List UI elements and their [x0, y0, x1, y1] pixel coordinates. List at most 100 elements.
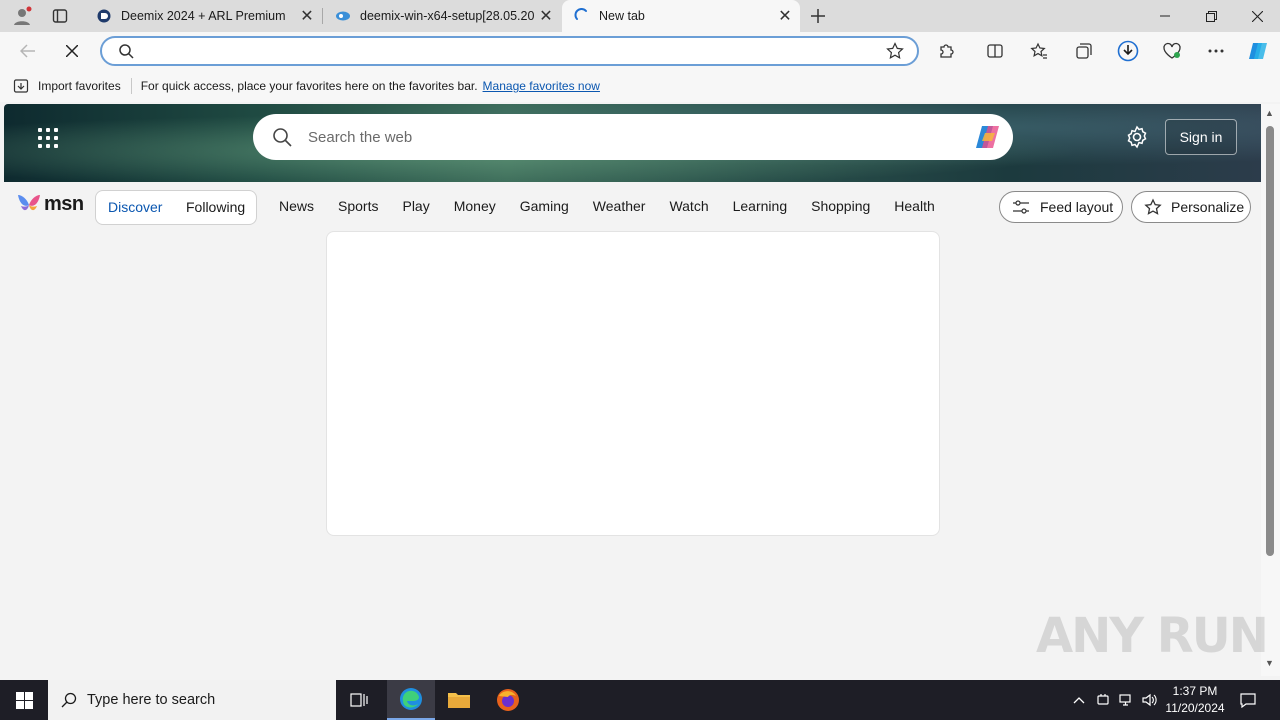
volume-button[interactable] — [1139, 680, 1161, 720]
clock-date: 11/20/2024 — [1165, 701, 1225, 715]
plus-icon — [811, 9, 825, 23]
more-icon — [1208, 49, 1224, 53]
import-favorites-button[interactable]: Import favorites — [13, 78, 121, 94]
deemix-favicon — [96, 8, 112, 24]
tab-title: Deemix 2024 + ARL Premium — [121, 9, 286, 23]
notifications-button[interactable] — [1232, 680, 1264, 720]
tray-device-icon[interactable] — [1093, 680, 1113, 720]
favorite-star-icon[interactable] — [886, 42, 904, 60]
split-screen-icon — [987, 44, 1003, 58]
favorites-button[interactable] — [1023, 35, 1055, 67]
restore-icon — [1205, 10, 1217, 22]
extensions-button[interactable] — [931, 35, 963, 67]
show-hidden-icons-button[interactable] — [1068, 680, 1090, 720]
nav-item-gaming[interactable]: Gaming — [520, 198, 569, 214]
scrollbar-thumb[interactable] — [1266, 126, 1274, 556]
file-explorer-button[interactable] — [435, 680, 483, 720]
close-tab-icon[interactable]: ✕ — [535, 5, 557, 27]
apps-launcher-icon[interactable] — [38, 128, 58, 148]
nav-item-news[interactable]: News — [279, 198, 314, 214]
tab-actions-icon — [52, 9, 68, 23]
favorites-message: For quick access, place your favorites h… — [140, 79, 478, 93]
back-button[interactable] — [12, 35, 44, 67]
web-search-input[interactable] — [308, 128, 908, 146]
taskbar-search-box[interactable] — [48, 680, 336, 720]
copilot-icon[interactable] — [973, 123, 1003, 151]
manage-favorites-link[interactable]: Manage favorites now — [483, 79, 600, 93]
edge-taskbar-button[interactable] — [387, 680, 435, 720]
new-tab-button[interactable] — [802, 0, 834, 32]
address-bar[interactable] — [100, 36, 919, 66]
tab-new-tab[interactable]: New tab ✕ — [562, 0, 800, 32]
settings-gear-icon[interactable] — [1125, 125, 1149, 149]
back-arrow-icon — [20, 44, 35, 58]
copilot-button[interactable] — [1242, 35, 1274, 67]
nav-item-sports[interactable]: Sports — [338, 198, 378, 214]
profile-icon — [14, 6, 32, 25]
msn-butterfly-icon — [18, 195, 40, 211]
favorites-icon — [1030, 42, 1047, 59]
personalize-button[interactable]: Personalize — [1131, 191, 1251, 223]
usb-device-icon — [1097, 694, 1109, 705]
speaker-icon — [1142, 693, 1157, 707]
nav-item-play[interactable]: Play — [402, 198, 429, 214]
stop-loading-button[interactable] — [56, 35, 88, 67]
sign-in-button[interactable]: Sign in — [1165, 119, 1237, 155]
tab-strip: Deemix 2024 + ARL Premium ✕ deemix-win-x… — [0, 0, 1280, 32]
clock-time: 1:37 PM — [1172, 684, 1218, 698]
restore-button[interactable] — [1188, 0, 1234, 32]
nav-item-watch[interactable]: Watch — [669, 198, 708, 214]
sliders-icon — [1013, 200, 1029, 214]
close-tab-icon[interactable]: ✕ — [296, 5, 318, 27]
task-view-button[interactable] — [336, 680, 384, 720]
tab-deemix-setup[interactable]: deemix-win-x64-setup[28.05.202 ✕ — [323, 0, 561, 32]
tab-actions-button[interactable] — [44, 0, 76, 32]
favorites-bar: Import favorites For quick access, place… — [0, 70, 1280, 102]
collections-button[interactable] — [1068, 35, 1100, 67]
address-input[interactable] — [142, 42, 862, 60]
feed-layout-button[interactable]: Feed layout — [999, 191, 1123, 223]
close-icon — [66, 45, 78, 57]
firefox-button[interactable] — [484, 680, 532, 720]
loading-spinner-icon — [574, 8, 590, 24]
edge-icon — [400, 688, 422, 710]
nav-item-money[interactable]: Money — [454, 198, 496, 214]
heartbeat-icon — [1163, 42, 1181, 59]
download-icon — [1117, 40, 1139, 62]
tab-following[interactable]: Following — [186, 199, 245, 215]
import-icon — [13, 79, 29, 93]
split-screen-button[interactable] — [979, 35, 1011, 67]
close-window-button[interactable] — [1234, 0, 1280, 32]
import-favorites-label: Import favorites — [38, 79, 121, 93]
personalize-label: Personalize — [1171, 199, 1245, 215]
close-tab-icon[interactable]: ✕ — [774, 5, 796, 27]
vertical-scrollbar[interactable]: ▲ ▼ — [1261, 104, 1280, 676]
scroll-up-icon[interactable]: ▲ — [1265, 108, 1274, 118]
cloud-favicon — [335, 8, 351, 24]
network-button[interactable] — [1116, 680, 1138, 720]
taskbar-clock[interactable]: 1:37 PM 11/20/2024 — [1160, 683, 1230, 717]
sparkle-star-icon — [1144, 198, 1162, 215]
copilot-icon — [1249, 43, 1267, 59]
downloads-button[interactable] — [1112, 35, 1144, 67]
taskbar-search-input[interactable] — [87, 692, 317, 708]
network-icon — [1119, 694, 1131, 706]
tab-deemix[interactable]: Deemix 2024 + ARL Premium ✕ — [84, 0, 322, 32]
profile-button[interactable] — [6, 0, 38, 32]
nav-item-shopping[interactable]: Shopping — [811, 198, 870, 214]
web-search-box[interactable] — [253, 114, 1013, 160]
tab-title: deemix-win-x64-setup[28.05.202 — [360, 9, 535, 23]
nav-item-weather[interactable]: Weather — [593, 198, 646, 214]
nav-item-learning[interactable]: Learning — [733, 198, 788, 214]
loading-content-card — [326, 231, 940, 536]
msn-nav-row: msn Discover Following News Sports Play … — [4, 182, 1261, 230]
folder-icon — [448, 693, 470, 708]
settings-more-button[interactable] — [1200, 35, 1232, 67]
msn-logo[interactable]: msn — [16, 192, 84, 216]
minimize-icon — [1160, 15, 1170, 17]
minimize-button[interactable] — [1142, 0, 1188, 32]
browser-essentials-button[interactable] — [1156, 35, 1188, 67]
start-button[interactable] — [0, 680, 48, 720]
tab-discover[interactable]: Discover — [108, 199, 162, 215]
nav-item-health[interactable]: Health — [894, 198, 934, 214]
